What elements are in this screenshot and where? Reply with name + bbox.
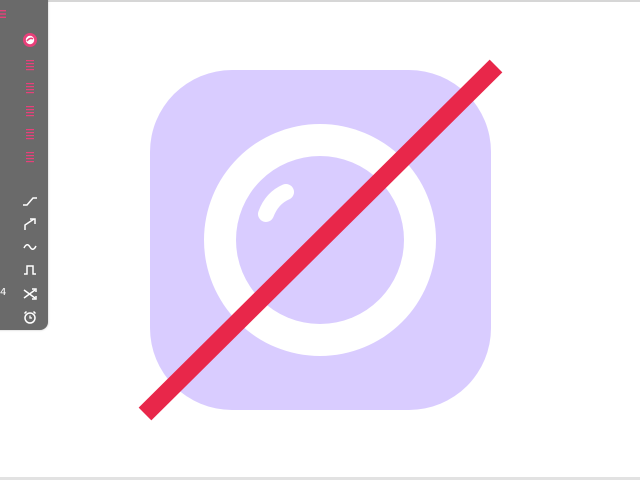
color-wheel-icon[interactable] [22,32,38,48]
side-number-label: 4 [0,287,7,298]
list-item-2-lines-icon[interactable] [22,80,38,96]
alarm-clock-icon[interactable] [22,309,38,325]
ramp-icon[interactable] [22,193,38,209]
list-item-4-lines-icon[interactable] [22,126,38,142]
square-pulse-icon[interactable] [22,262,38,278]
shuffle-icon[interactable] [22,286,38,302]
list-item-5-lines-icon[interactable] [22,149,38,165]
list-item-1-lines-icon[interactable] [22,57,38,73]
tool-panel: 4 [0,0,48,330]
sine-wave-icon[interactable] [22,239,38,255]
artwork-canvas [138,59,503,421]
hamburger-icon[interactable] [0,4,8,18]
list-item-3-lines-icon[interactable] [22,103,38,119]
arrow-up-right-icon[interactable] [22,216,38,232]
